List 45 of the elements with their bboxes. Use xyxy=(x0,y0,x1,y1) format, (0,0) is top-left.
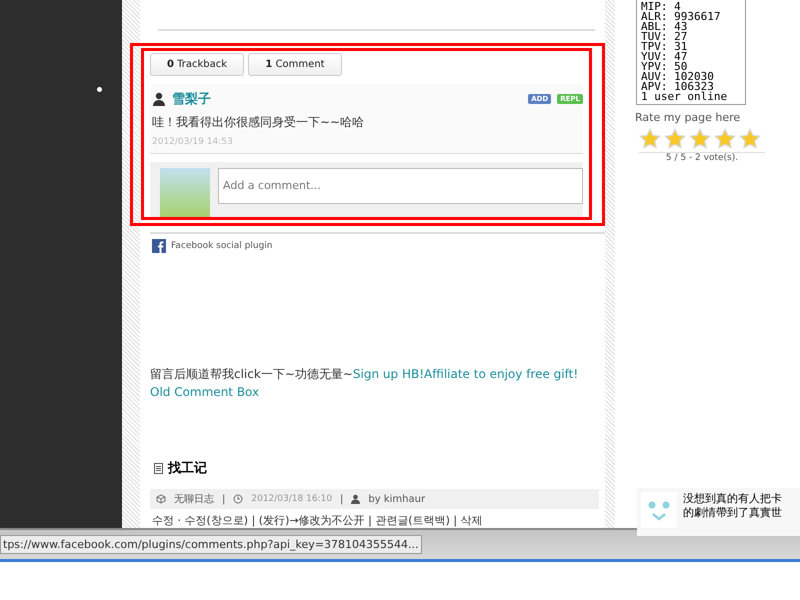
stats-line: ALR: 9936617 xyxy=(641,12,722,22)
comment-tab[interactable]: 0 Trackback xyxy=(150,52,244,76)
comment-time: 2012/03/19 14:53 xyxy=(152,136,234,147)
post-actions[interactable]: 수정 · 수정(창으로) | (发行)→修改为不公开 | 관련글(트랙백) | 삭제 xyxy=(152,513,605,528)
star-icon[interactable] xyxy=(664,128,686,150)
star-icon[interactable] xyxy=(689,128,711,150)
cursor-dot xyxy=(97,87,102,92)
comment-tab[interactable]: 1 Comment xyxy=(248,52,342,76)
facebook-icon xyxy=(152,239,166,253)
link-url-tooltip: tps://www.facebook.com/plugins/comments.php?api_key=378104355544... xyxy=(0,535,422,554)
promo-link[interactable]: Old Comment Box xyxy=(150,385,260,399)
stats-line: MIP: 4 xyxy=(641,2,681,12)
cube-icon xyxy=(156,494,166,504)
user-icon xyxy=(152,92,166,106)
star-icon[interactable] xyxy=(739,128,761,150)
user-icon xyxy=(351,494,360,504)
stats-line: TPV: 31 xyxy=(641,42,688,52)
clock-icon xyxy=(233,494,244,504)
stats-line: TUV: 27 xyxy=(641,32,688,42)
comment-author[interactable]: 雪梨子 xyxy=(172,90,211,108)
promo-text: 留言后顺道帮我click一下~功德无量~Sign up HB!Affiliate to enjoy free gift! Old Comment Box xyxy=(150,366,580,401)
post-time: 2012/03/18 16:10 xyxy=(251,494,332,504)
stats-line: 1 user online xyxy=(641,92,728,102)
post-author[interactable]: by kimhaur xyxy=(368,494,426,504)
separator: | xyxy=(222,494,226,504)
photo-placeholder xyxy=(160,168,210,217)
rating-summary: 5 / 5 - 2 vote(s). xyxy=(639,152,765,163)
stats-line: YUV: 47 xyxy=(641,52,688,62)
stats-line: YPV: 50 xyxy=(641,62,688,72)
star-icon[interactable] xyxy=(639,128,661,150)
comment-text: 的劇情帶到了真實世 xyxy=(683,506,782,520)
post-title[interactable]: 找工记 xyxy=(168,459,207,477)
plugin-credit: Facebook social plugin xyxy=(171,241,273,251)
stats-line: APV: 106323 xyxy=(641,82,714,92)
promo-link[interactable]: Sign up HB!Affiliate to enjoy free gift! xyxy=(352,367,578,381)
separator: | xyxy=(340,494,344,504)
rating-label: Rate my page here xyxy=(635,111,742,124)
comment-text: 哇！我看得出你很感同身受一下~~哈哈 xyxy=(152,114,366,131)
stats-line: AUV: 102030 xyxy=(641,72,715,82)
star-icon[interactable] xyxy=(714,128,736,150)
comment-field[interactable]: Add a comment... xyxy=(218,168,583,204)
comment-text: 没想到真的有人把卡 xyxy=(683,492,782,506)
stats-line: ABL: 43 xyxy=(641,22,688,32)
post-category[interactable]: 无聊日志 xyxy=(174,492,214,506)
document-icon xyxy=(154,462,163,474)
